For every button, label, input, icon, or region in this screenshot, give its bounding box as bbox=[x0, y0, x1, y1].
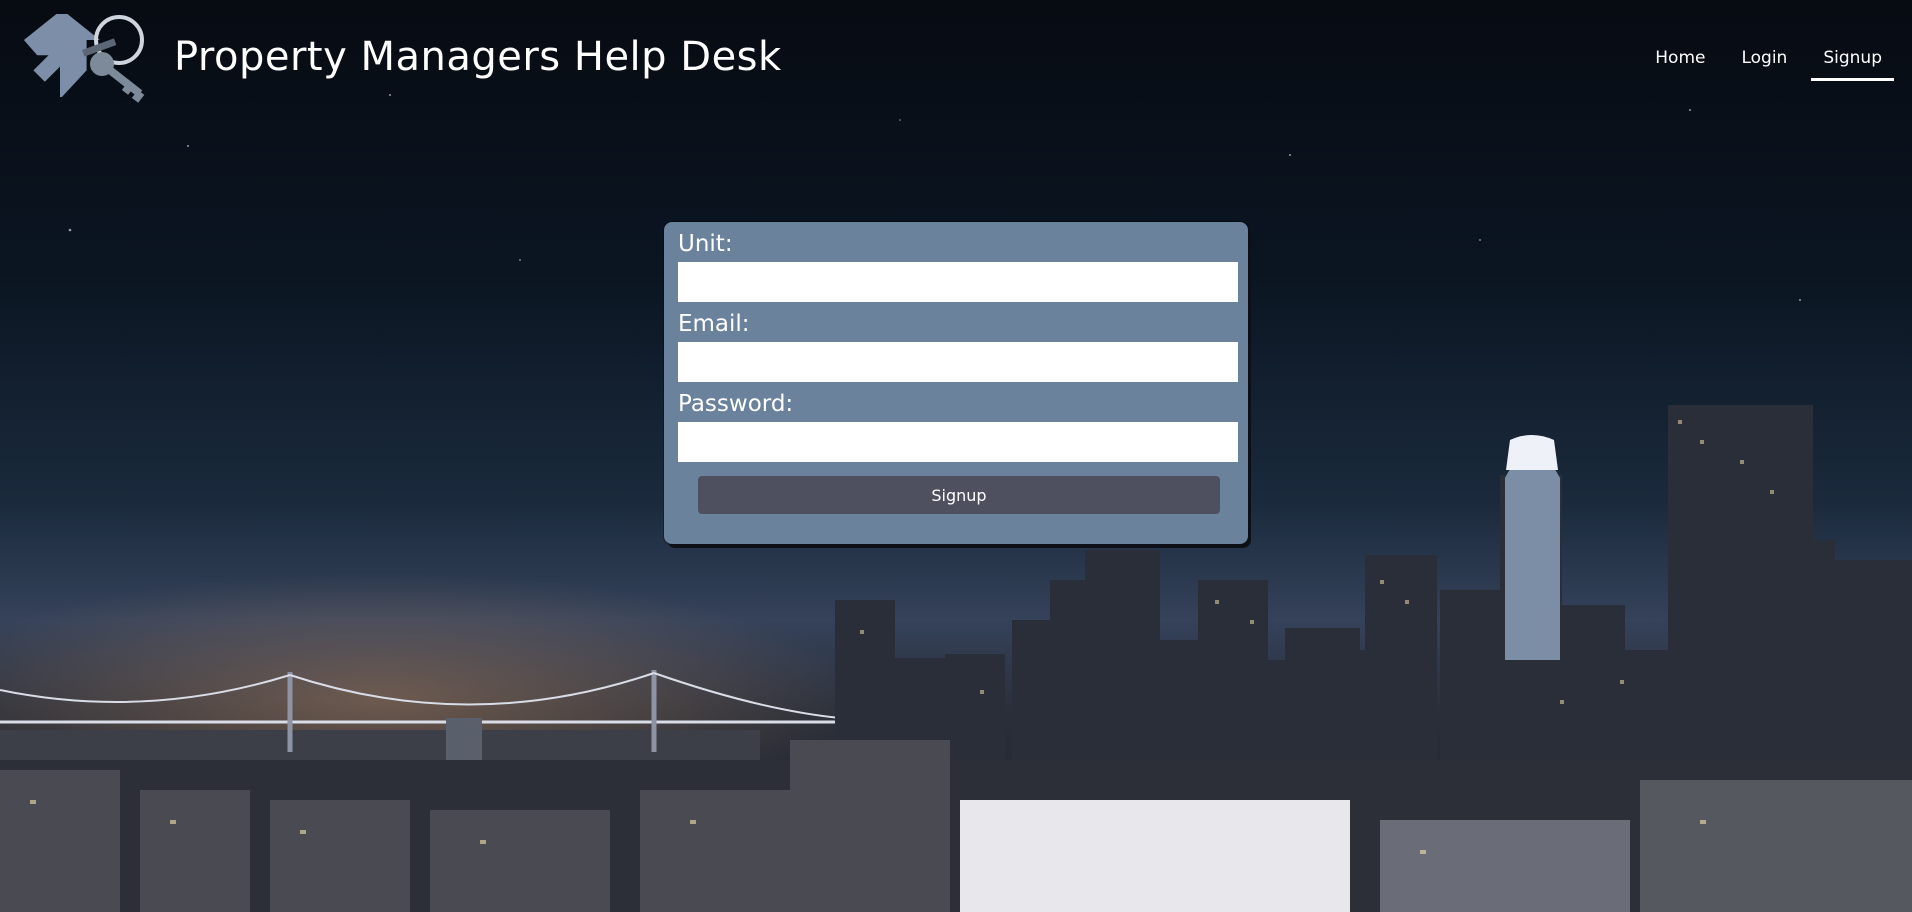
password-input[interactable] bbox=[678, 422, 1238, 462]
signup-button[interactable]: Signup bbox=[698, 476, 1220, 514]
password-label: Password: bbox=[678, 391, 794, 417]
nav-signup-link[interactable]: Signup bbox=[1811, 44, 1894, 81]
unit-label: Unit: bbox=[678, 231, 733, 257]
nav-home-link[interactable]: Home bbox=[1643, 44, 1717, 81]
email-label: Email: bbox=[678, 311, 750, 337]
nav-login-link[interactable]: Login bbox=[1729, 44, 1799, 81]
house-with-keys-icon bbox=[23, 9, 145, 103]
site-title: Property Managers Help Desk bbox=[174, 34, 782, 80]
home-logo-link[interactable] bbox=[22, 9, 172, 114]
main-nav: Home Login Signup bbox=[1631, 44, 1894, 81]
site-header: Property Managers Help Desk Home Login S… bbox=[0, 0, 1912, 120]
email-input[interactable] bbox=[678, 342, 1238, 382]
signup-form: Unit: Email: Password: Signup bbox=[664, 222, 1248, 544]
unit-input[interactable] bbox=[678, 262, 1238, 302]
